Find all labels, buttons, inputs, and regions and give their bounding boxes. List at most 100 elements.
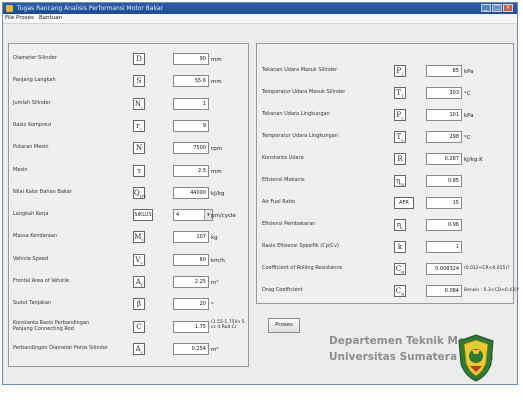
left-symbol: N	[133, 142, 145, 155]
app-icon	[6, 5, 13, 12]
right-symbol: R	[394, 153, 406, 165]
left-value-input[interactable]: 55.6	[173, 75, 209, 88]
left-value-input[interactable]: 20	[173, 298, 209, 311]
right-unit: °C	[464, 135, 471, 141]
left-value-input[interactable]: 90	[173, 53, 209, 65]
right-symbol: CD	[394, 285, 406, 297]
right-label: Drag Coefficient	[262, 287, 303, 293]
left-value-input[interactable]: 7500	[173, 142, 209, 155]
right-value-input[interactable]: 303	[426, 87, 462, 99]
left-label: Diameter Silinder	[13, 55, 57, 61]
right-value-input[interactable]: 85	[426, 65, 462, 77]
university-logo-icon	[458, 334, 494, 382]
left-label: Nilai Kalor Bahan Bakar	[13, 188, 72, 195]
left-note: (1.55-1.75)in 5 cc 4 Rod Cr	[211, 319, 245, 330]
right-symbol: T1	[394, 87, 406, 99]
menu-proses[interactable]: Proses	[16, 15, 34, 22]
left-label: Massa Kendaraan	[13, 233, 58, 240]
right-label: Efisiensi Pembakaran	[262, 221, 316, 227]
right-label: Tekanan Udara Masuk Silinder	[262, 67, 338, 73]
menu-file[interactable]: File	[5, 15, 14, 22]
proses-button[interactable]: Proses	[268, 318, 300, 333]
right-label: Konstanta Udara	[262, 155, 304, 161]
left-label: Vehicle Speed	[13, 255, 49, 262]
left-unit: mm	[211, 57, 222, 63]
right-label: Tekanan Udara Lingkungan	[262, 111, 330, 117]
right-value-input[interactable]: 0.084	[426, 285, 462, 297]
right-label: Air Fuel Ratio	[262, 199, 296, 205]
left-symbol: β	[133, 298, 145, 311]
right-label: Temperatur Udara Masuk Silinder	[262, 89, 346, 95]
right-symbol: To	[394, 131, 406, 143]
minimize-button[interactable]: _	[481, 4, 491, 12]
left-unit: kJ/kg	[211, 190, 225, 197]
title-bar: Tugas Rancang Analisis Performansi Motor…	[3, 3, 517, 14]
left-symbol: Nc	[133, 97, 145, 110]
left-symbol: SIKLUS	[133, 209, 153, 222]
window-title: Tugas Rancang Analisis Performansi Motor…	[17, 5, 164, 12]
left-symbol: rc	[133, 119, 145, 132]
right-value-input[interactable]: 0.96	[426, 219, 462, 231]
right-value-input[interactable]: 0.287	[426, 153, 462, 165]
close-button[interactable]: ×	[503, 4, 513, 12]
left-label: Konstanta Rasio Perbandingan Panjang Con…	[13, 319, 90, 332]
right-label: Rasio Efisiensi Spesifik (Cp/Cv)	[262, 243, 339, 249]
left-select[interactable]: 4 ▾	[173, 209, 213, 222]
right-symbol: ηc	[394, 219, 406, 231]
menu-bantuan[interactable]: Bantuan	[39, 15, 62, 22]
maximize-button[interactable]: □	[492, 4, 502, 12]
right-value-input[interactable]: 1	[426, 241, 462, 253]
right-note: (0.012<CR<0.015)?	[464, 266, 510, 271]
right-value-input[interactable]: 298	[426, 131, 462, 143]
menu-bar: File Proses Bantuan	[3, 14, 517, 24]
right-label: Coefficient of Rolling Resistance	[262, 265, 343, 271]
right-value-input[interactable]: 0.008324	[426, 263, 462, 275]
left-value-input[interactable]: 2.25	[173, 276, 209, 288]
right-symbol: Po	[394, 109, 406, 121]
left-unit: mm	[211, 168, 222, 175]
left-label: Putaran Mesin	[13, 144, 49, 151]
right-symbol: CR	[394, 263, 406, 275]
right-symbol: ηm	[394, 175, 406, 187]
left-unit: kg	[211, 235, 218, 242]
select-value: 4	[176, 212, 180, 219]
left-symbol: S	[133, 75, 145, 88]
right-unit: kJ/kg.K	[464, 157, 483, 163]
left-value-input[interactable]: 1.75	[173, 320, 209, 333]
left-symbol: Af	[133, 276, 145, 288]
left-label: Langkah Kerja	[13, 211, 49, 218]
right-note: Bensin : 0.3<CD<0.43)?	[464, 288, 519, 293]
left-symbol: τ	[133, 164, 145, 177]
left-value-input[interactable]: 60	[173, 253, 209, 266]
left-unit: rpm	[211, 146, 223, 153]
left-value-input[interactable]: 44000	[173, 186, 209, 199]
right-unit: °C	[464, 91, 471, 97]
left-unit: mm	[211, 79, 222, 86]
left-label: Jumlah Silinder	[13, 99, 51, 106]
left-symbol: C	[133, 320, 145, 333]
left-value-input[interactable]: 1	[173, 97, 209, 110]
left-value-input[interactable]: 107	[173, 231, 209, 244]
right-symbol: P1	[394, 65, 406, 77]
right-unit: kPa	[464, 69, 474, 75]
right-value-input[interactable]: 101	[426, 109, 462, 121]
left-unit: °	[211, 302, 214, 309]
left-label: Perbandingan Diameter Poros Silinder	[13, 344, 108, 351]
left-value-input[interactable]: 0.254	[173, 342, 209, 355]
left-label: Rasio Kompresi	[13, 121, 52, 128]
right-symbol: k	[394, 241, 406, 253]
left-label: Sudut Tanjakan	[13, 300, 52, 307]
right-unit: kPa	[464, 113, 474, 119]
left-unit: m²	[211, 280, 219, 286]
left-input-panel	[8, 43, 249, 367]
left-value-input[interactable]: 2.5	[173, 164, 209, 177]
right-label: Efisiensi Mekanis	[262, 177, 305, 183]
left-symbol: As	[133, 342, 145, 355]
left-unit: km/h	[211, 257, 225, 264]
left-symbol: D	[133, 53, 145, 65]
left-value-input[interactable]: 9	[173, 119, 209, 132]
right-value-input[interactable]: 0.85	[426, 175, 462, 187]
right-value-input[interactable]: 15	[426, 197, 462, 209]
right-label: Temperatur Udara Lingkungan	[262, 133, 338, 139]
left-symbol: Vv	[133, 253, 145, 266]
